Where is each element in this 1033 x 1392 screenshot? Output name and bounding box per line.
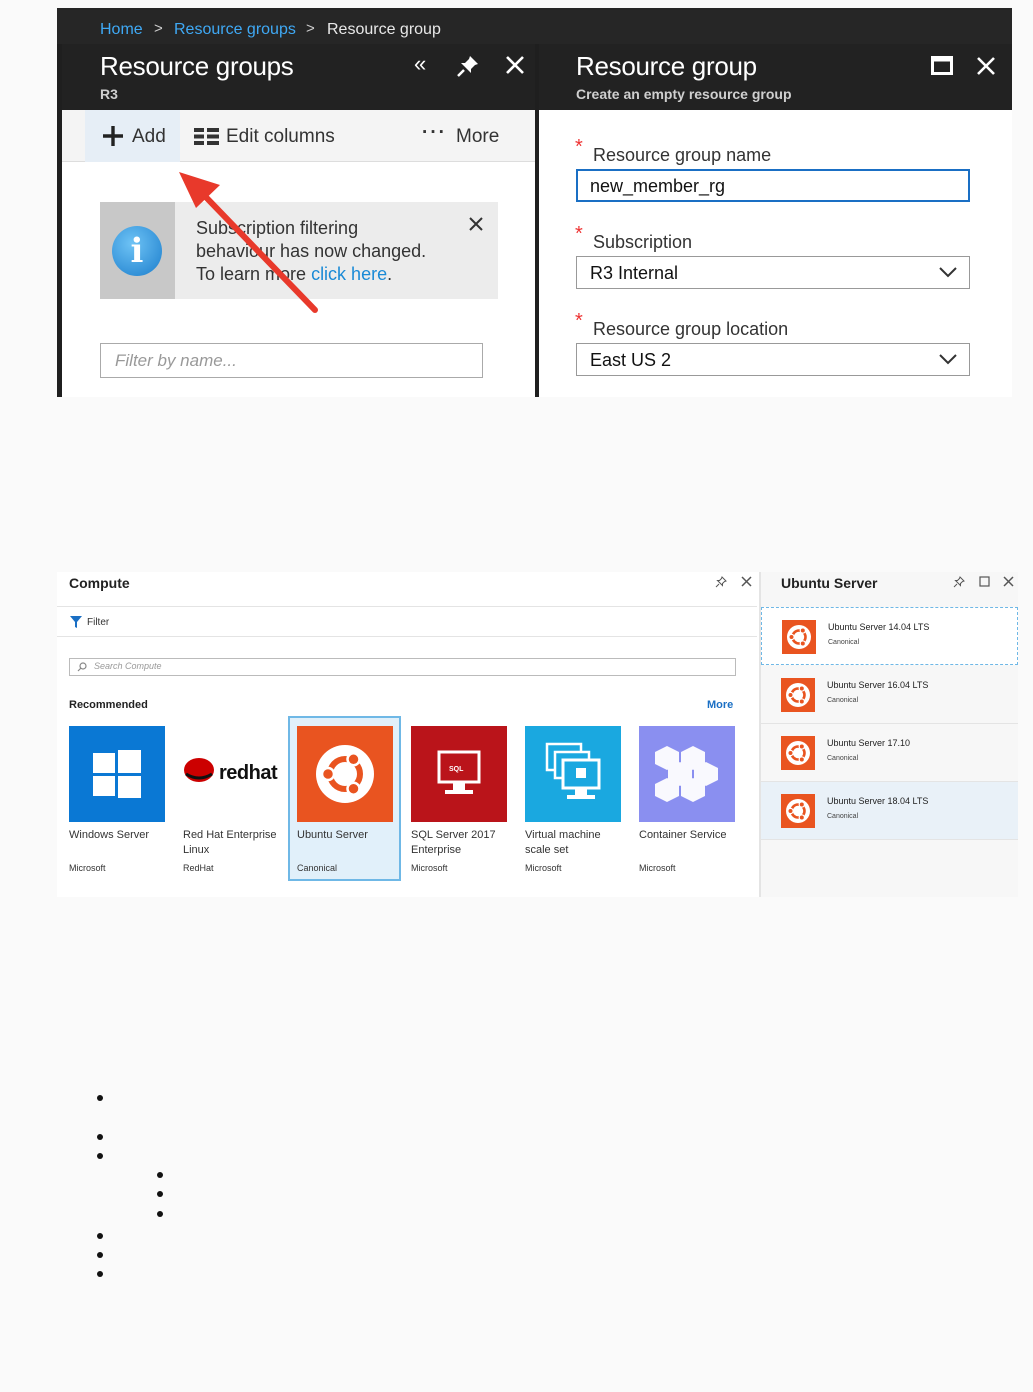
close-icon[interactable] — [1003, 576, 1014, 587]
ubuntu-server-18-04-item[interactable]: Ubuntu Server 18.04 LTS Canonical — [761, 782, 1018, 840]
redhat-logo-icon — [184, 758, 214, 782]
container-cubes-icon — [655, 746, 718, 802]
list-bullet — [97, 1095, 103, 1101]
redhat-wordmark: redhat — [219, 762, 278, 784]
item-publisher: Canonical — [827, 697, 859, 704]
maximize-icon[interactable] — [979, 576, 990, 587]
item-publisher: Canonical — [828, 639, 860, 646]
tile-publisher: Microsoft — [639, 863, 676, 873]
item-name: Ubuntu Server 17.10 — [827, 738, 911, 748]
tile-name: Windows Server — [69, 829, 150, 841]
azure-portal-screenshot: Home > Resource groups > Resource group … — [57, 8, 1012, 397]
compute-blade: Compute Filter Search Compute Recommende… — [57, 572, 757, 897]
compute-title: Compute — [69, 575, 130, 591]
sql-server-tile[interactable]: SQL — [411, 726, 507, 822]
tile-publisher: Microsoft — [411, 863, 448, 873]
ubuntu-server-14-04-item[interactable]: Ubuntu Server 14.04 LTS Canonical — [761, 607, 1018, 665]
item-name: Ubuntu Server 18.04 LTS — [827, 796, 929, 806]
pin-icon[interactable] — [715, 576, 727, 588]
windows-server-tile[interactable] — [69, 726, 165, 822]
vm-scale-set-tile[interactable] — [525, 726, 621, 822]
ubuntu-logo-icon — [781, 794, 815, 828]
close-icon[interactable] — [741, 576, 752, 587]
tile-publisher: Canonical — [297, 863, 338, 873]
tile-name: SQL Server 2017 Enterprise — [411, 829, 496, 856]
ubuntu-server-blade: Ubuntu Server Ubuntu Server 14.04 LTS Ca… — [759, 572, 1018, 897]
tile-publisher: RedHat — [183, 863, 214, 873]
ubuntu-panel-title: Ubuntu Server — [781, 575, 878, 591]
list-bullet — [157, 1211, 163, 1217]
tile-publisher: Microsoft — [69, 863, 106, 873]
container-service-tile[interactable] — [639, 726, 735, 822]
divider — [57, 606, 757, 607]
list-bullet — [157, 1191, 163, 1197]
filter-label[interactable]: Filter — [87, 617, 109, 628]
ubuntu-logo-icon — [781, 736, 815, 770]
tile-name: Virtual machine scale set — [525, 829, 601, 856]
windows-logo-icon — [93, 750, 141, 798]
item-name: Ubuntu Server 14.04 LTS — [828, 622, 930, 632]
tile-name: Container Service — [639, 829, 727, 841]
ubuntu-server-tile[interactable] — [297, 726, 393, 822]
red-hat-tile[interactable]: redhat — [183, 726, 279, 822]
list-bullet — [97, 1252, 103, 1258]
list-bullet — [157, 1172, 163, 1178]
recommended-heading: Recommended — [69, 699, 148, 711]
search-compute-input[interactable]: Search Compute — [69, 658, 736, 676]
list-bullet — [97, 1153, 103, 1159]
annotation-arrow — [179, 172, 318, 313]
monitor-icon — [437, 750, 481, 794]
list-bullet — [97, 1233, 103, 1239]
more-link[interactable]: More — [707, 699, 733, 711]
filter-icon[interactable] — [70, 616, 82, 628]
list-bullet — [97, 1271, 103, 1277]
ubuntu-logo-icon — [781, 678, 815, 712]
divider — [57, 636, 757, 637]
vm-scale-set-icon — [545, 742, 601, 799]
list-bullet — [97, 1134, 103, 1140]
ubuntu-server-16-04-item[interactable]: Ubuntu Server 16.04 LTS Canonical — [761, 666, 1018, 724]
tile-name: Red Hat Enterprise Linux — [183, 829, 277, 856]
ubuntu-server-17-10-item[interactable]: Ubuntu Server 17.10 Canonical — [761, 724, 1018, 782]
pin-icon[interactable] — [953, 576, 965, 588]
item-publisher: Canonical — [827, 813, 859, 820]
ubuntu-logo-icon — [316, 745, 374, 803]
compute-marketplace-screenshot: Compute Filter Search Compute Recommende… — [57, 572, 1018, 897]
ubuntu-logo-icon — [782, 620, 816, 654]
item-name: Ubuntu Server 16.04 LTS — [827, 680, 929, 690]
search-icon — [77, 662, 87, 672]
tile-name: Ubuntu Server — [297, 829, 368, 841]
search-placeholder: Search Compute — [94, 661, 162, 671]
item-publisher: Canonical — [827, 755, 859, 762]
tile-publisher: Microsoft — [525, 863, 562, 873]
sql-badge: SQL — [449, 766, 464, 773]
